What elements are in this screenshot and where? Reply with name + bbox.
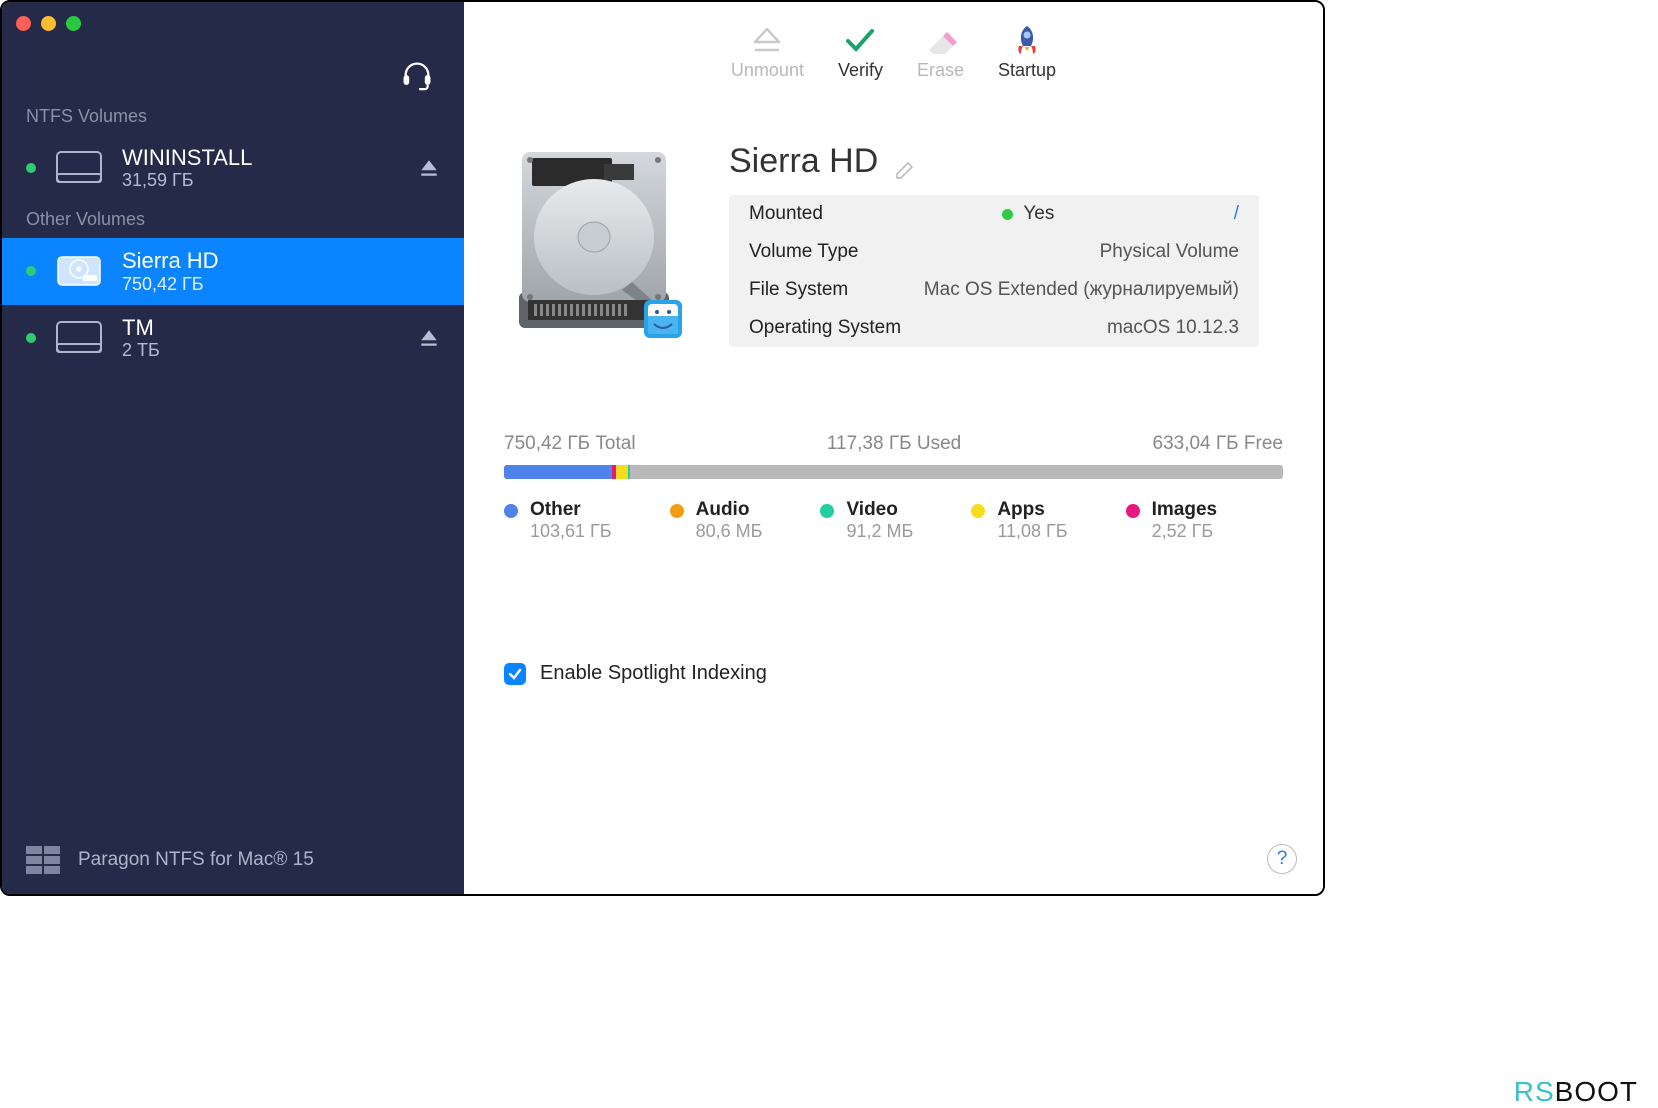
tool-label: Unmount	[731, 60, 804, 81]
legend-swatch	[1126, 504, 1140, 518]
tool-label: Startup	[998, 60, 1056, 81]
toolbar: Unmount Verify Erase	[464, 2, 1323, 102]
rename-icon[interactable]	[894, 151, 916, 173]
spotlight-checkbox-row[interactable]: Enable Spotlight Indexing	[504, 662, 1283, 685]
volume-info-table: Mounted Yes / Volume Type Physical Volum…	[729, 195, 1259, 347]
volume-name: Sierra HD	[122, 248, 440, 273]
legend-name: Video	[846, 499, 913, 521]
drive-icon	[54, 318, 104, 358]
minimize-window-button[interactable]	[41, 16, 56, 31]
info-label: Mounted	[749, 203, 823, 225]
volume-title: Sierra HD	[729, 142, 878, 181]
spotlight-label: Enable Spotlight Indexing	[540, 662, 767, 685]
internal-drive-icon	[54, 251, 104, 291]
info-row-os: Operating System macOS 10.12.3	[729, 309, 1259, 347]
legend-apps: Apps 11,08 ГБ	[971, 499, 1067, 542]
mount-path-link[interactable]: /	[1234, 203, 1239, 225]
volume-name: TM	[122, 315, 400, 340]
watermark: RSBOOT	[1514, 1076, 1638, 1108]
info-label: File System	[749, 279, 848, 301]
eject-icon[interactable]	[418, 327, 440, 349]
usage-bar	[504, 465, 1283, 479]
volume-item-sierra[interactable]: Sierra HD 750,42 ГБ	[2, 238, 464, 304]
window-controls	[16, 12, 81, 31]
legend-video: Video 91,2 МБ	[820, 499, 913, 542]
usage-used: 117,38 ГБ Used	[827, 433, 961, 455]
status-dot-icon	[26, 266, 36, 276]
verify-button[interactable]: Verify	[838, 24, 883, 81]
legend-swatch	[971, 504, 985, 518]
checkbox-checked-icon[interactable]	[504, 663, 526, 685]
info-value: Mac OS Extended (журналируемый)	[924, 279, 1239, 301]
volume-item-tm[interactable]: TM 2 ТБ	[2, 305, 464, 371]
usage-section: 750,42 ГБ Total 117,38 ГБ Used 633,04 ГБ…	[504, 433, 1283, 542]
volume-name: WININSTALL	[122, 145, 400, 170]
status-dot-icon	[1002, 209, 1013, 220]
legend-name: Images	[1152, 499, 1217, 521]
legend-size: 80,6 МБ	[696, 521, 763, 542]
legend-name: Other	[530, 499, 612, 521]
drive-icon	[54, 148, 104, 188]
info-value: Physical Volume	[1100, 241, 1239, 263]
volume-item-wininstall[interactable]: WININSTALL 31,59 ГБ	[2, 135, 464, 201]
titlebar	[2, 2, 464, 98]
erase-button[interactable]: Erase	[917, 24, 964, 81]
section-ntfs-label: NTFS Volumes	[2, 98, 464, 135]
volume-artwork	[504, 142, 689, 342]
info-row-fs: File System Mac OS Extended (журналируем…	[729, 271, 1259, 309]
startup-button[interactable]: Startup	[998, 24, 1056, 81]
info-value: Yes	[1023, 203, 1054, 225]
main-panel: Unmount Verify Erase	[464, 2, 1323, 894]
usage-total: 750,42 ГБ Total	[504, 433, 636, 455]
info-row-type: Volume Type Physical Volume	[729, 233, 1259, 271]
legend-name: Audio	[696, 499, 763, 521]
app-icon	[26, 846, 60, 874]
legend-images: Images 2,52 ГБ	[1126, 499, 1217, 542]
help-button[interactable]: ?	[1267, 844, 1297, 874]
tool-label: Erase	[917, 60, 964, 81]
legend-size: 2,52 ГБ	[1152, 521, 1217, 542]
legend-size: 11,08 ГБ	[997, 521, 1067, 542]
watermark-rs: RS	[1514, 1076, 1555, 1107]
info-label: Operating System	[749, 317, 901, 339]
legend-swatch	[670, 504, 684, 518]
legend-name: Apps	[997, 499, 1067, 521]
volume-size: 2 ТБ	[122, 340, 400, 361]
section-other-label: Other Volumes	[2, 201, 464, 238]
info-value: macOS 10.12.3	[1107, 317, 1239, 339]
usage-free: 633,04 ГБ Free	[1153, 433, 1284, 455]
info-label: Volume Type	[749, 241, 859, 263]
legend-size: 103,61 ГБ	[530, 521, 612, 542]
usage-seg-video	[628, 465, 630, 479]
zoom-window-button[interactable]	[66, 16, 81, 31]
status-dot-icon	[26, 333, 36, 343]
app-name: Paragon NTFS for Mac® 15	[78, 849, 314, 871]
legend-audio: Audio 80,6 МБ	[670, 499, 763, 542]
sidebar: NTFS Volumes WININSTALL 31,59 ГБ Oth	[2, 2, 464, 894]
close-window-button[interactable]	[16, 16, 31, 31]
support-icon[interactable]	[400, 58, 434, 92]
volume-size: 750,42 ГБ	[122, 274, 440, 295]
usage-seg-other	[504, 465, 612, 479]
help-icon: ?	[1277, 848, 1288, 870]
usage-legend: Other 103,61 ГБ Audio 80,6 МБ Video	[504, 499, 1283, 542]
eject-icon[interactable]	[418, 157, 440, 179]
legend-other: Other 103,61 ГБ	[504, 499, 612, 542]
legend-size: 91,2 МБ	[846, 521, 913, 542]
status-dot-icon	[26, 163, 36, 173]
legend-swatch	[820, 504, 834, 518]
info-row-mounted: Mounted Yes /	[729, 195, 1259, 233]
sidebar-footer[interactable]: Paragon NTFS for Mac® 15	[2, 830, 464, 894]
volume-size: 31,59 ГБ	[122, 170, 400, 191]
legend-swatch	[504, 504, 518, 518]
tool-label: Verify	[838, 60, 883, 81]
usage-seg-apps	[616, 465, 628, 479]
watermark-boot: BOOT	[1555, 1076, 1638, 1107]
app-window: NTFS Volumes WININSTALL 31,59 ГБ Oth	[0, 0, 1325, 896]
unmount-button[interactable]: Unmount	[731, 24, 804, 81]
